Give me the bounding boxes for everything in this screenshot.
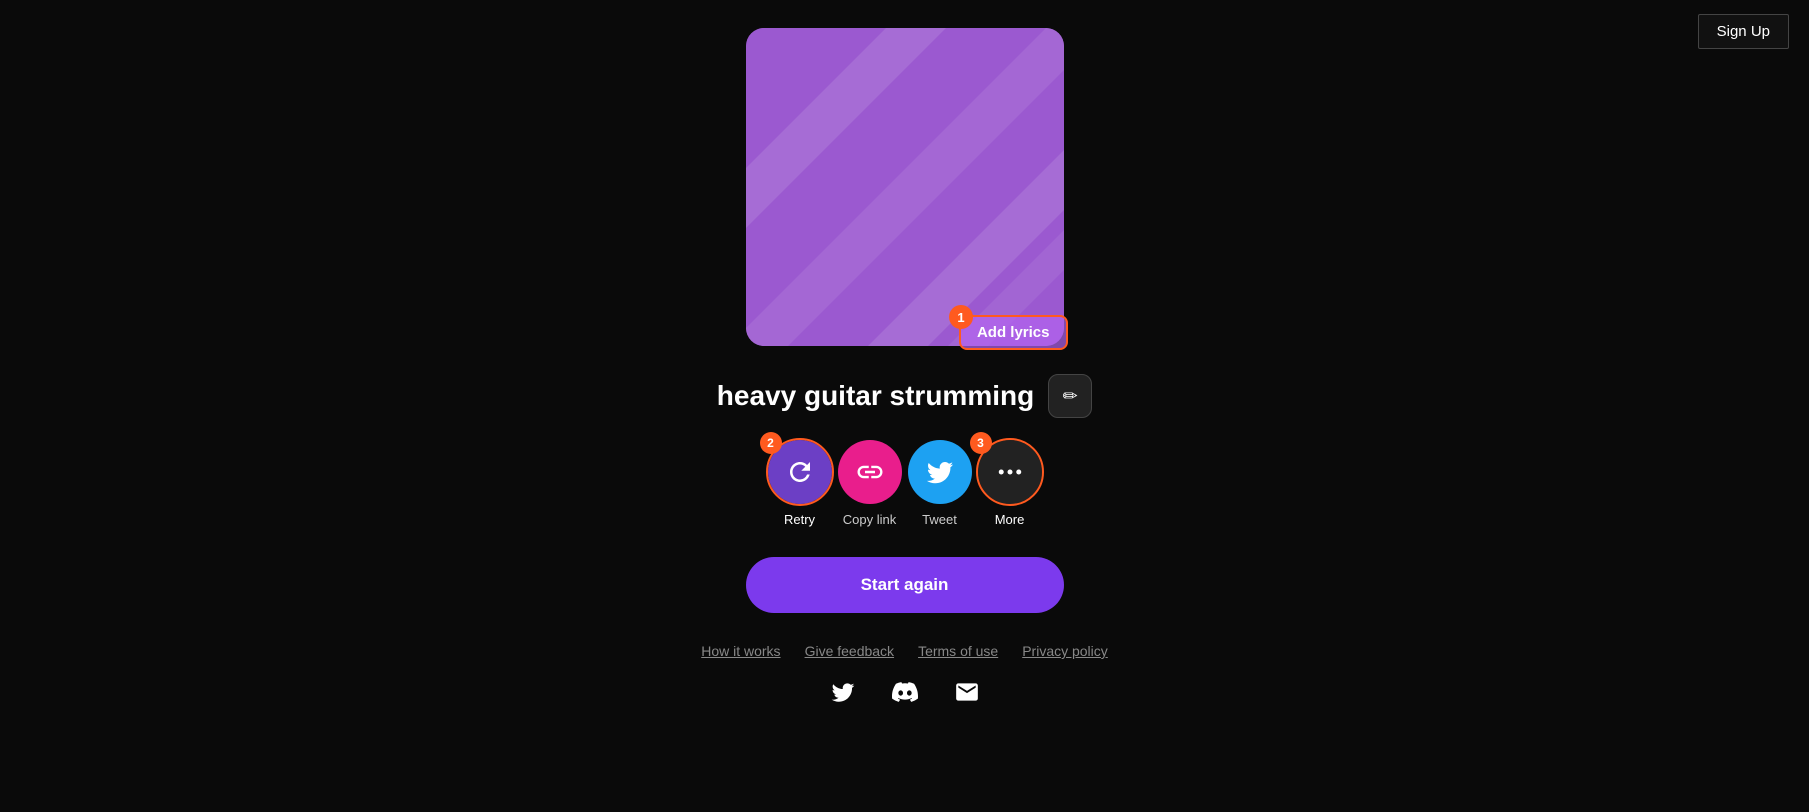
edit-title-button[interactable]: ✏ <box>1048 374 1092 418</box>
discord-social-icon[interactable] <box>892 679 918 712</box>
add-lyrics-wrapper: 1 Add lyrics <box>959 315 1068 350</box>
song-title: heavy guitar strumming <box>717 380 1034 412</box>
title-row: heavy guitar strumming ✏ <box>717 374 1092 418</box>
album-art-container: 1 Add lyrics <box>746 28 1064 346</box>
tweet-icon <box>925 457 955 487</box>
retry-icon <box>785 457 815 487</box>
pencil-icon: ✏ <box>1063 386 1078 407</box>
sign-up-button[interactable]: Sign Up <box>1698 14 1789 49</box>
start-again-button[interactable]: Start again <box>746 557 1064 613</box>
more-label: More <box>995 512 1025 527</box>
retry-action[interactable]: 2 Retry <box>768 440 832 527</box>
terms-of-use-link[interactable]: Terms of use <box>918 643 998 659</box>
more-dots-icon <box>995 457 1025 487</box>
add-lyrics-button[interactable]: Add lyrics <box>959 315 1068 350</box>
tweet-label: Tweet <box>922 512 957 527</box>
tweet-icon-circle <box>908 440 972 504</box>
give-feedback-link[interactable]: Give feedback <box>805 643 895 659</box>
main-content: 1 Add lyrics heavy guitar strumming ✏ 2 … <box>701 28 1108 712</box>
retry-label: Retry <box>784 512 815 527</box>
album-art <box>746 28 1064 346</box>
tweet-action[interactable]: Tweet <box>908 440 972 527</box>
social-row <box>830 679 980 712</box>
privacy-policy-link[interactable]: Privacy policy <box>1022 643 1108 659</box>
actions-row: 2 Retry Copy link Twe <box>768 440 1042 527</box>
copy-link-action[interactable]: Copy link <box>838 440 902 527</box>
step-1-badge: 1 <box>949 305 973 329</box>
copy-link-label: Copy link <box>843 512 896 527</box>
email-social-icon[interactable] <box>954 679 980 712</box>
header: Sign Up <box>1678 0 1809 63</box>
how-it-works-link[interactable]: How it works <box>701 643 780 659</box>
step-2-badge: 2 <box>760 432 782 454</box>
step-3-badge: 3 <box>970 432 992 454</box>
more-action[interactable]: 3 More <box>978 440 1042 527</box>
twitter-social-icon[interactable] <box>830 679 856 712</box>
copy-link-icon-circle <box>838 440 902 504</box>
link-icon <box>855 457 885 487</box>
footer-links: How it works Give feedback Terms of use … <box>701 643 1108 659</box>
